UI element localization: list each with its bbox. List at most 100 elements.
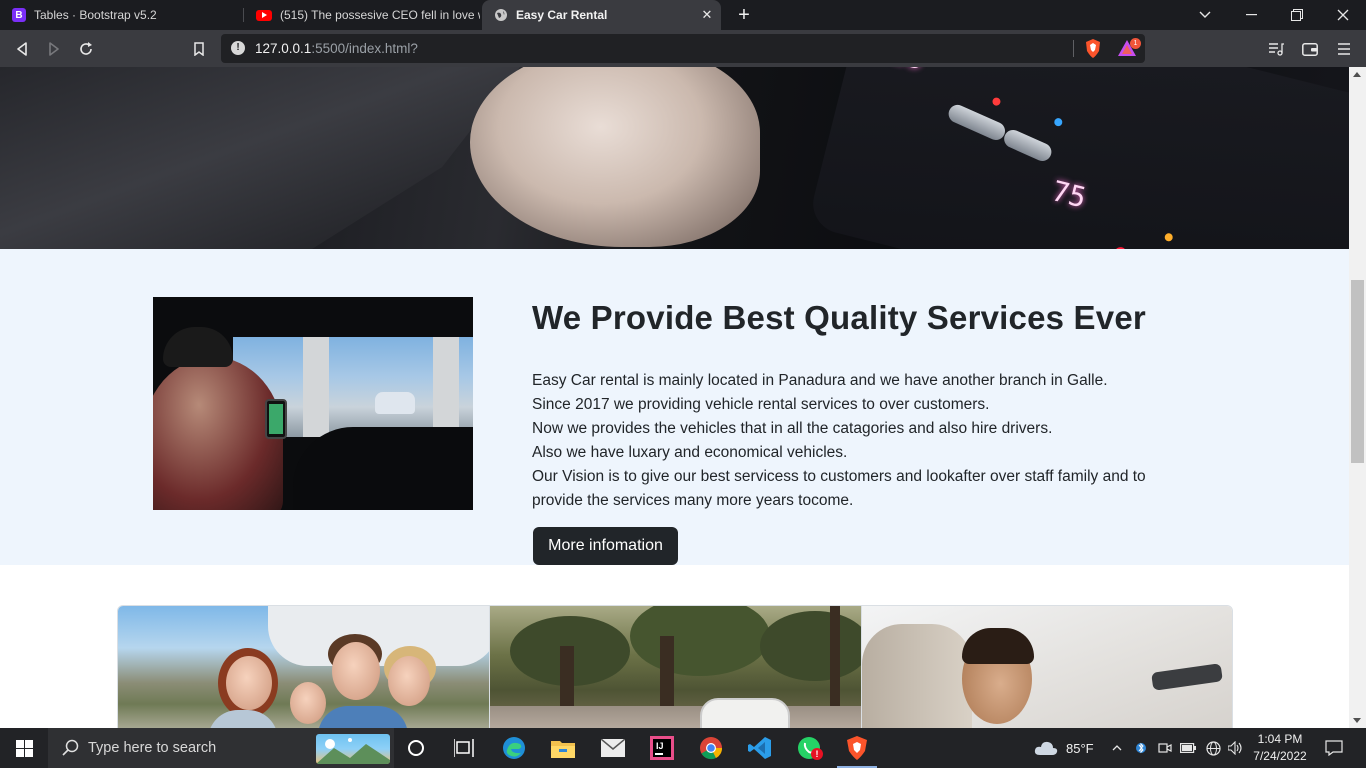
chrome-icon[interactable] [697, 734, 725, 762]
edge-icon[interactable] [500, 734, 528, 762]
card-image-row [117, 605, 1233, 728]
search-highlight-art [316, 734, 390, 764]
forest-road-car-image[interactable] [489, 606, 861, 728]
rewards-count-badge: 1 [1130, 38, 1141, 49]
tab-bootstrap-tables[interactable]: B Tables · Bootstrap v5.2 [0, 0, 242, 30]
close-tab-icon[interactable]: ✕ [699, 7, 715, 23]
image-cap [163, 327, 233, 367]
image-face [290, 682, 326, 724]
image-shirt [208, 710, 278, 728]
tab-youtube[interactable]: (515) The possesive CEO fell in love wi [244, 0, 480, 30]
more-information-button[interactable]: More infomation [533, 527, 678, 565]
meet-now-icon[interactable] [1157, 740, 1173, 756]
hero-indicator-light [1163, 232, 1174, 243]
windows-taskbar: Type here to search IJ ! 85°F 1:04 PM 7/… [0, 728, 1366, 768]
notifications-icon[interactable] [1324, 739, 1344, 757]
image-seat [861, 624, 972, 728]
taskbar-clock[interactable]: 1:04 PM 7/24/2022 [1250, 731, 1310, 765]
image-hair [961, 628, 1034, 664]
tab-easy-car-rental[interactable]: Easy Car Rental ✕ [482, 0, 721, 30]
hero-image: 15 75 [0, 67, 1349, 249]
whatsapp-icon[interactable]: ! [795, 734, 823, 762]
url-text[interactable]: 127.0.0.1:5500/index.html? [255, 41, 418, 56]
about-section: We Provide Best Quality Services Ever Ea… [0, 249, 1349, 565]
back-icon[interactable] [10, 37, 34, 61]
image-tree-trunk [660, 636, 675, 716]
intellij-icon[interactable]: IJ [648, 734, 676, 762]
site-info-icon[interactable]: ! [231, 41, 245, 55]
page-viewport: 15 75 We Provide Best Quality Services E… [0, 67, 1349, 728]
page-scrollbar[interactable] [1349, 67, 1366, 728]
image-shirt [318, 706, 408, 728]
mail-icon[interactable] [599, 734, 627, 762]
task-view-icon[interactable] [450, 734, 478, 762]
youtube-icon [256, 9, 272, 21]
family-car-image[interactable] [118, 606, 490, 728]
forward-icon[interactable] [42, 37, 66, 61]
hero-right-temp: 75 [1048, 174, 1090, 215]
address-bar[interactable]: ! 127.0.0.1:5500/index.html? 1 [221, 34, 1145, 63]
network-globe-icon[interactable] [1205, 740, 1221, 756]
bootstrap-icon: B [12, 8, 26, 22]
svg-text:IJ: IJ [656, 741, 664, 751]
weather-cloud-icon[interactable] [1033, 734, 1059, 762]
hero-knob [1001, 127, 1055, 164]
image-tree-canopy [760, 611, 861, 681]
tab-title: Easy Car Rental [516, 8, 608, 22]
restore-window-icon[interactable] [1274, 0, 1320, 30]
reload-icon[interactable] [74, 37, 98, 61]
about-line: Easy Car rental is mainly located in Pan… [532, 372, 1108, 389]
hero-indicator-light [991, 96, 1002, 107]
scroll-up-arrow-icon[interactable] [1353, 72, 1361, 77]
brave-browser-icon[interactable] [837, 734, 877, 768]
new-tab-button[interactable]: + [734, 5, 754, 25]
battery-icon[interactable] [1180, 740, 1196, 756]
search-icon [62, 739, 80, 757]
show-hidden-icons-chevron-icon[interactable] [1109, 740, 1125, 756]
taskbar-search-box[interactable]: Type here to search [48, 728, 394, 768]
about-heading: We Provide Best Quality Services Ever [532, 299, 1146, 336]
tab-title: Tables · Bootstrap v5.2 [34, 8, 157, 22]
windows-start-icon[interactable] [0, 728, 48, 768]
image-mirror [1150, 663, 1223, 691]
file-explorer-icon[interactable] [549, 734, 577, 762]
hero-sleeve [0, 67, 520, 249]
hero-hand [470, 67, 760, 247]
hero-knob [945, 102, 1008, 143]
search-placeholder: Type here to search [88, 740, 217, 756]
minimize-window-icon[interactable] [1228, 0, 1274, 30]
about-description: Easy Car rental is mainly located in Pan… [532, 369, 1192, 513]
playlist-icon[interactable] [1266, 39, 1286, 59]
tab-search-chevron-icon[interactable] [1182, 0, 1228, 30]
vscode-icon[interactable] [746, 734, 774, 762]
browser-toolbar: ! 127.0.0.1:5500/index.html? 1 [0, 30, 1366, 67]
weather-temperature[interactable]: 85°F [1066, 741, 1094, 756]
bookmark-icon[interactable] [187, 37, 211, 61]
about-line: provide the services many more years toc… [532, 492, 854, 509]
cortana-icon[interactable] [402, 734, 430, 762]
about-line: Also we have luxary and economical vehic… [532, 444, 848, 461]
brave-rewards-icon[interactable]: 1 [1118, 38, 1141, 58]
clock-date: 7/24/2022 [1253, 749, 1307, 763]
close-window-icon[interactable] [1320, 0, 1366, 30]
image-car [375, 392, 415, 414]
menu-icon[interactable] [1334, 39, 1354, 59]
image-face [226, 656, 272, 710]
tab-title: (515) The possesive CEO fell in love wi [280, 8, 480, 22]
about-line: Since 2017 we providing vehicle rental s… [532, 396, 990, 413]
scroll-down-arrow-icon[interactable] [1353, 718, 1361, 723]
wallet-icon[interactable] [1300, 39, 1320, 59]
scrollbar-thumb[interactable] [1351, 280, 1364, 463]
man-driving-image[interactable] [860, 606, 1232, 728]
about-line: Now we provides the vehicles that in all… [532, 420, 1053, 437]
brave-shields-icon[interactable] [1085, 39, 1101, 58]
image-car [700, 698, 791, 728]
image-phone [265, 399, 287, 439]
image-dashboard [293, 427, 473, 510]
hero-left-temp: 15 [887, 67, 928, 76]
bluetooth-icon[interactable] [1133, 740, 1149, 756]
image-pillar [303, 337, 329, 437]
image-tree-canopy [630, 606, 771, 676]
browser-tab-strip: B Tables · Bootstrap v5.2 (515) The poss… [0, 0, 1366, 30]
volume-icon[interactable] [1228, 740, 1244, 756]
